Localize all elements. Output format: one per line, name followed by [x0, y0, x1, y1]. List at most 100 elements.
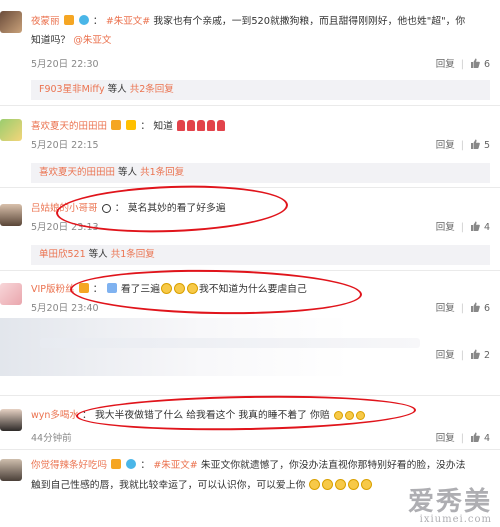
reply-button[interactable]: 回复 — [436, 222, 455, 233]
reply-button[interactable]: 回复 — [436, 59, 455, 70]
emoji-icon — [333, 411, 343, 420]
reply-summary[interactable]: 单田欣521 等人 共1条回复 — [31, 245, 490, 265]
comment-actions: 回复 | 4 — [435, 221, 490, 233]
ribbon-icon — [187, 120, 196, 131]
comment-text: 我大半夜做错了什么 给我看这个 我真的睡不着了 你赔 — [94, 410, 330, 421]
commenter-name[interactable]: 喜欢夏天的田田田 — [31, 121, 107, 132]
watermark-url: ixiumei.com — [419, 514, 492, 525]
commenter-name[interactable]: 你觉得辣条好吃吗 — [31, 460, 107, 471]
avatar[interactable] — [0, 119, 22, 141]
avatar[interactable] — [0, 204, 22, 226]
emoji-icon — [355, 411, 365, 420]
reply-button[interactable]: 回复 — [436, 350, 455, 361]
reply-count-link[interactable]: 共2条回复 — [130, 84, 174, 95]
fan-badge-icon — [126, 459, 137, 469]
reply-user[interactable]: 喜欢夏天的田田田 — [39, 167, 115, 178]
comment-text-2: 我不知道为什么要虐自己 — [199, 284, 307, 295]
comment-actions: 回复 | 4 — [435, 432, 490, 444]
like-count: 4 — [483, 433, 490, 444]
reply-user[interactable]: F903星非Miffy — [39, 84, 105, 95]
comment-time: 5月20日 23:13 — [31, 222, 99, 233]
comment-body: VIP版粉丝 ： 看了三遍 我不知道为什么要虐自己 — [31, 283, 307, 295]
commenter-name[interactable]: 夜蒙丽 — [31, 16, 60, 27]
comment-3: 吕姑娘的小哥哥 ： 莫名其妙的看了好多遍 5月20日 23:13 回复 | 4 单田… — [0, 188, 500, 268]
avatar[interactable] — [0, 459, 22, 481]
vip-badge-icon — [111, 120, 122, 130]
emoji-icon — [322, 479, 334, 490]
like-count: 2 — [483, 350, 490, 361]
comment-body: 你觉得辣条好吃吗 ： #朱亚文# 朱亚文你就遗憾了，你没办法直视你那特别好看的脸… — [31, 459, 466, 491]
commenter-name[interactable]: wyn多喝水 — [31, 410, 79, 421]
sticker-icon — [106, 283, 117, 293]
comment-text: 知道 — [153, 121, 173, 132]
reply-button[interactable]: 回复 — [436, 140, 455, 151]
hashtag-link[interactable]: #朱亚文# — [153, 460, 197, 471]
like-count: 6 — [483, 59, 490, 70]
comment-body: wyn多喝水 ： 我大半夜做错了什么 给我看这个 我真的睡不着了 你赔 — [31, 408, 366, 424]
commenter-name[interactable]: VIP版粉丝 — [31, 284, 75, 295]
reply-count-link[interactable]: 共1条回复 — [111, 249, 155, 260]
like-button[interactable]: 4 — [470, 221, 490, 233]
watermark-logo: 爱秀美 ixiumei.com — [408, 481, 492, 525]
comment-actions: 回复 | 2 — [435, 349, 490, 361]
level-badge-icon — [126, 120, 137, 130]
thumb-up-icon — [470, 302, 480, 312]
reply-user[interactable]: 单田欣521 — [39, 249, 86, 260]
comment-body: 喜欢夏天的田田田 ： 知道 — [31, 119, 226, 135]
emoji-icon — [187, 283, 199, 294]
thumb-up-icon — [470, 221, 480, 231]
comment-time: 5月20日 22:30 — [31, 59, 99, 70]
like-count: 6 — [483, 303, 490, 314]
hashtag-link[interactable]: #朱亚文# — [106, 16, 150, 27]
reply-summary[interactable]: F903星非Miffy 等人 共2条回复 — [31, 80, 490, 100]
mention-link[interactable]: @朱亚文 — [73, 35, 111, 46]
like-button[interactable]: 4 — [470, 432, 490, 444]
thumb-up-icon — [470, 349, 480, 359]
emoji-icon — [174, 283, 186, 294]
comment-5: 回复 | 2 — [0, 318, 500, 376]
comment-body: 吕姑娘的小哥哥 ： 莫名其妙的看了好多遍 — [31, 203, 226, 214]
ribbon-icon — [197, 120, 206, 131]
vip-badge-icon — [63, 15, 74, 25]
like-button[interactable]: 5 — [470, 139, 490, 151]
like-button[interactable]: 2 — [470, 349, 490, 361]
emoji-icon — [309, 479, 321, 490]
comment-text: 看了三遍 — [120, 284, 161, 295]
vip-badge-icon — [78, 283, 89, 293]
like-button[interactable]: 6 — [470, 302, 490, 314]
thumb-up-icon — [470, 58, 480, 68]
comment-time: 44分钟前 — [31, 433, 72, 444]
comment-4: VIP版粉丝 ： 看了三遍 我不知道为什么要虐自己 5月20日 23:40 回复 |… — [0, 271, 500, 317]
thumb-up-icon — [470, 139, 480, 149]
ribbon-icon — [177, 120, 186, 131]
comment-text: 莫名其妙的看了好多遍 — [127, 203, 226, 214]
reply-button[interactable]: 回复 — [436, 303, 455, 314]
fan-badge-icon — [78, 15, 89, 25]
vip-badge-icon — [111, 459, 122, 469]
comment-1: 夜蒙丽 ： #朱亚文# 我家也有个亲戚，一到520就撒狗粮，而且甜得刚刚好，他也… — [0, 0, 500, 100]
comment-actions: 回复 | 6 — [435, 58, 490, 70]
comment-6: wyn多喝水 ： 我大半夜做错了什么 给我看这个 我真的睡不着了 你赔 44分钟… — [0, 396, 500, 446]
emoji-icon — [335, 479, 347, 490]
ribbon-icon — [217, 120, 226, 131]
emoji-icon — [161, 283, 173, 294]
avatar[interactable] — [0, 409, 22, 431]
reply-button[interactable]: 回复 — [436, 433, 455, 444]
emoji-icon — [348, 479, 360, 490]
comment-body: 夜蒙丽 ： #朱亚文# 我家也有个亲戚，一到520就撒狗粮，而且甜得刚刚好，他也… — [31, 15, 466, 46]
comment-actions: 回复 | 6 — [435, 302, 490, 314]
avatar[interactable] — [0, 11, 22, 33]
comment-2: 喜欢夏天的田田田 ： 知道 5月20日 22:15 回复 | 5 喜欢夏天的田田田 … — [0, 106, 500, 186]
thumb-up-icon — [470, 432, 480, 442]
reply-count-link[interactable]: 共1条回复 — [140, 167, 184, 178]
like-button[interactable]: 6 — [470, 58, 490, 70]
reply-summary[interactable]: 喜欢夏天的田田田 等人 共1条回复 — [31, 163, 490, 183]
ribbon-icon — [207, 120, 216, 131]
emoji-icon — [361, 479, 373, 490]
watermark-text: 爱秀美 — [407, 487, 492, 517]
commenter-name[interactable]: 吕姑娘的小哥哥 — [31, 203, 98, 214]
comment-actions: 回复 | 5 — [435, 139, 490, 151]
comment-time: 5月20日 22:15 — [31, 140, 99, 151]
comment-time: 5月20日 23:40 — [31, 303, 99, 314]
avatar[interactable] — [0, 283, 22, 305]
